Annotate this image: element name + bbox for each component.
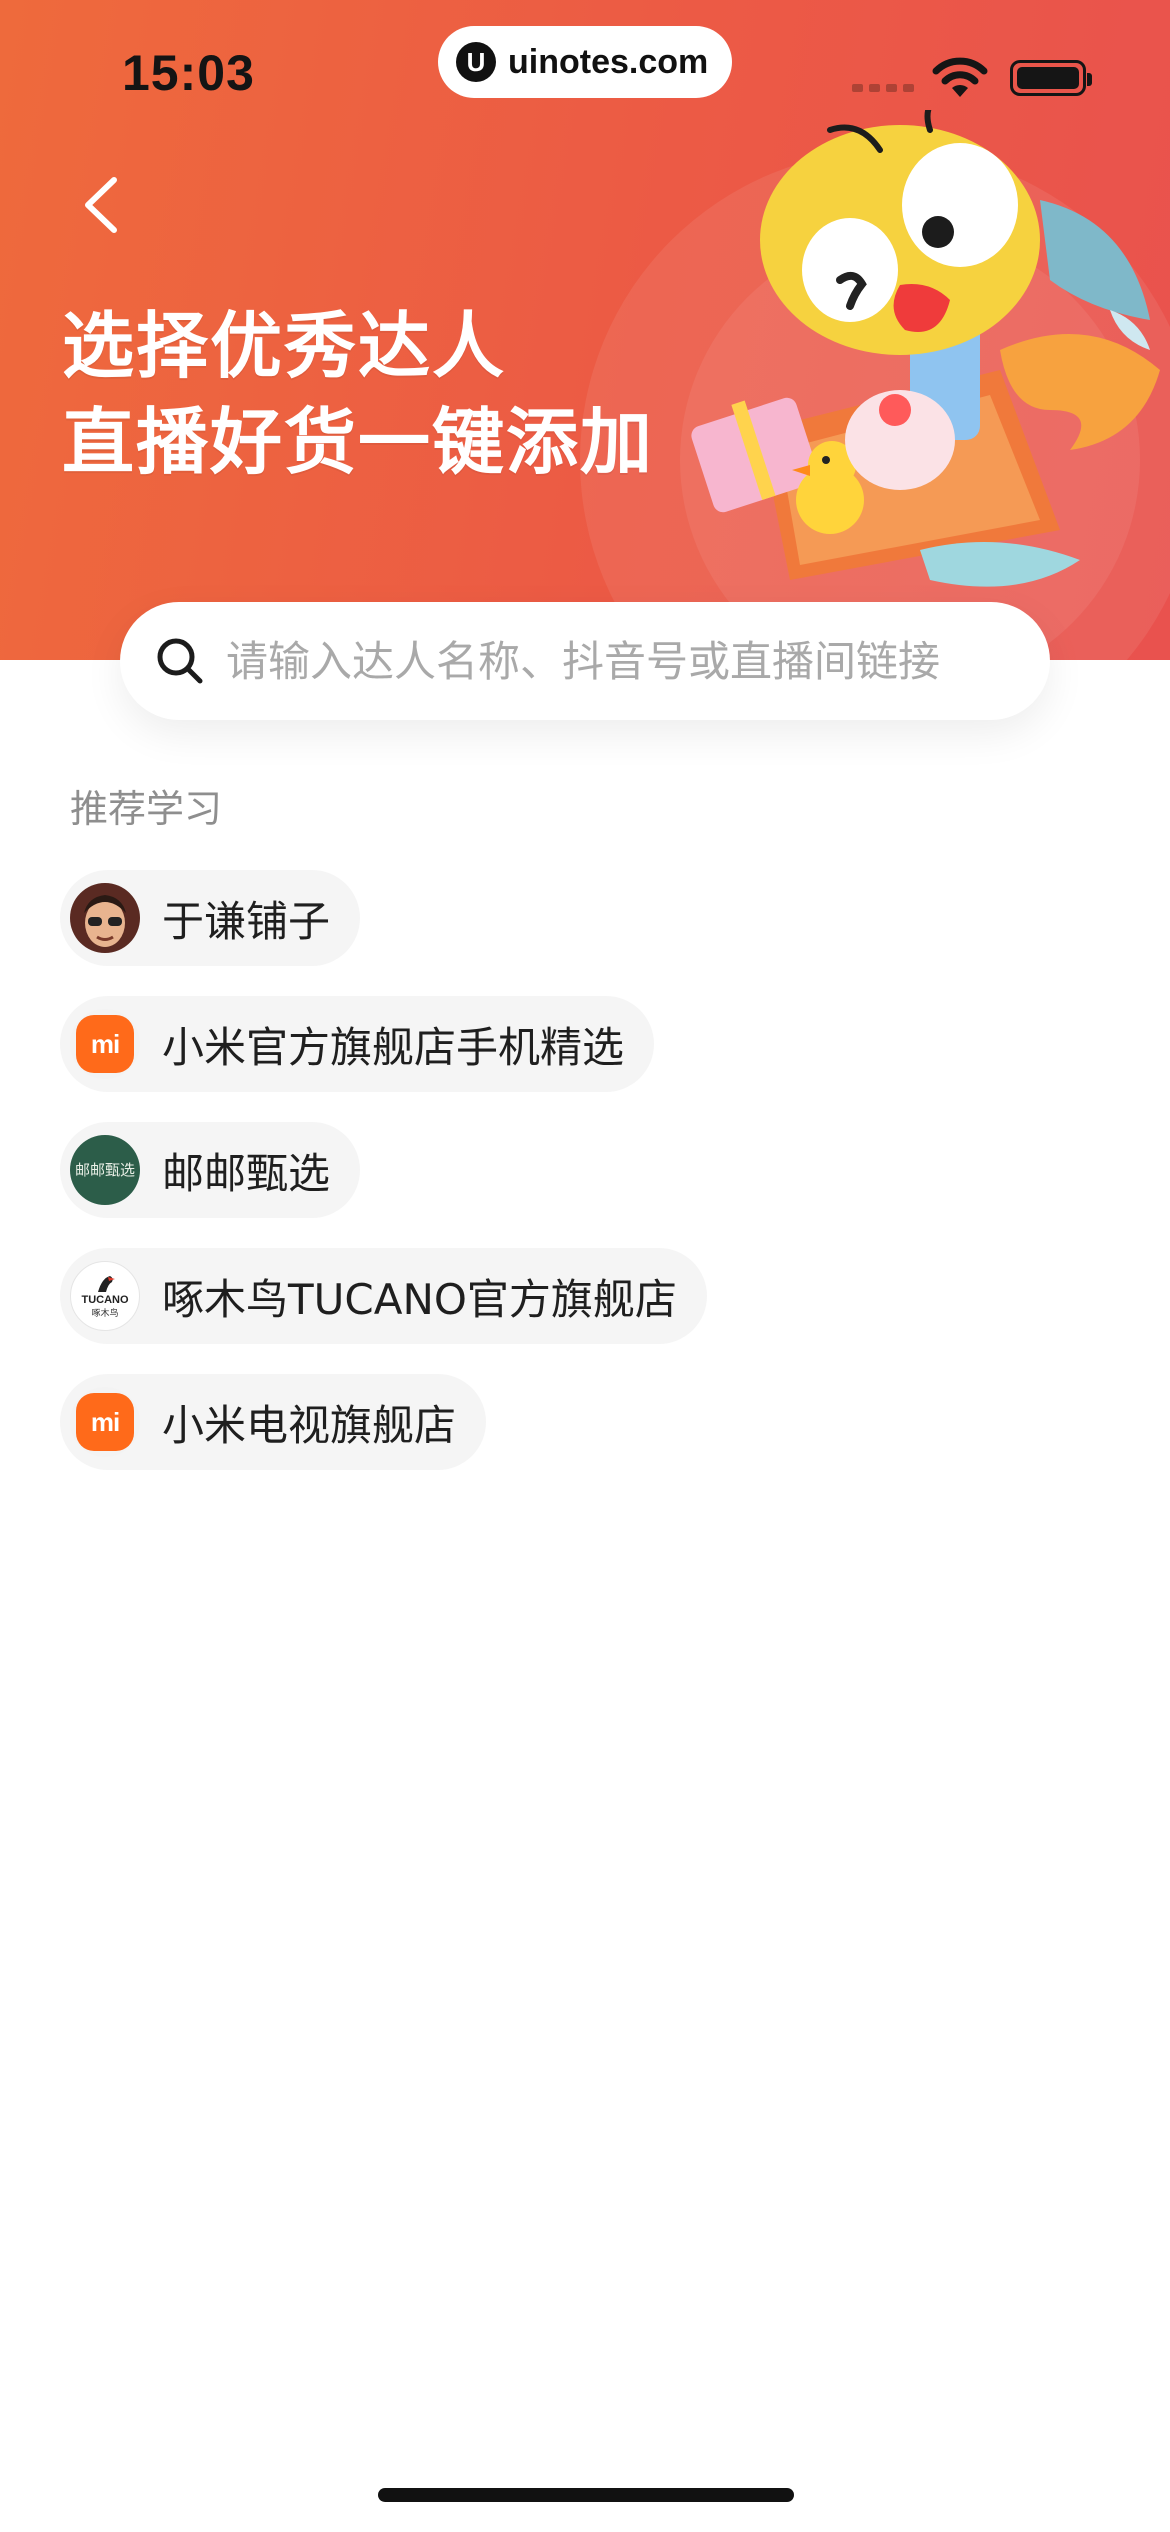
page-headline: 选择优秀达人 直播好货一键添加 xyxy=(62,298,654,490)
recommend-chip-yuqian[interactable]: 于谦铺子 xyxy=(60,870,361,966)
home-indicator[interactable] xyxy=(378,2488,794,2502)
watermark-badge: U uinotes.com xyxy=(438,26,732,98)
watermark-text: uinotes.com xyxy=(508,42,709,81)
recommend-list: 于谦铺子 mi 小米官方旗舰店手机精选 邮邮甄选 邮邮甄选 TUCANO 啄木鸟… xyxy=(60,870,707,1500)
chevron-left-icon xyxy=(85,177,117,233)
recommend-chip-label: 小米官方旗舰店手机精选 xyxy=(162,1022,625,1072)
green-calligraphy-logo-icon: 邮邮甄选 xyxy=(70,1135,140,1205)
headline-line-1: 选择优秀达人 xyxy=(62,304,507,388)
recommend-chip-xiaomi-tv[interactable]: mi 小米电视旗舰店 xyxy=(60,1374,487,1470)
battery-icon xyxy=(1010,60,1092,96)
recommend-chip-tucano[interactable]: TUCANO 啄木鸟 啄木鸟TUCANO官方旗舰店 xyxy=(60,1248,707,1344)
search-icon xyxy=(157,638,203,684)
search-bar[interactable] xyxy=(120,602,1050,720)
mascot-illustration xyxy=(691,110,1160,587)
recommend-chip-youyou[interactable]: 邮邮甄选 邮邮甄选 xyxy=(60,1122,361,1218)
recommend-chip-label: 于谦铺子 xyxy=(162,896,331,946)
person-avatar xyxy=(70,883,140,953)
search-input[interactable] xyxy=(226,636,1006,686)
watermark-logo-icon: U xyxy=(456,42,496,82)
status-time: 15:03 xyxy=(122,45,255,101)
xiaomi-logo-icon: mi xyxy=(70,1009,140,1079)
screen: 15:03 U uinotes.com 选择优秀达人 直播好货一键添加 请输入达… xyxy=(0,0,1170,2532)
xiaomi-logo-icon: mi xyxy=(70,1387,140,1457)
recommend-chip-xiaomi-phone[interactable]: mi 小米官方旗舰店手机精选 xyxy=(60,996,655,1092)
section-title-recommend: 推荐学习 xyxy=(70,787,223,831)
tucano-logo-icon: TUCANO 啄木鸟 xyxy=(70,1261,140,1331)
wifi-icon xyxy=(932,57,988,97)
recommend-chip-label: 小米电视旗舰店 xyxy=(162,1400,457,1450)
headline-line-2: 直播好货一键添加 xyxy=(62,400,655,484)
header-banner: 15:03 U uinotes.com 选择优秀达人 直播好货一键添加 xyxy=(0,0,1170,660)
cellular-signal-icon xyxy=(852,84,914,92)
recommend-chip-label: 邮邮甄选 xyxy=(162,1148,331,1198)
recommend-chip-label: 啄木鸟TUCANO官方旗舰店 xyxy=(162,1274,677,1324)
back-button[interactable] xyxy=(70,170,130,240)
